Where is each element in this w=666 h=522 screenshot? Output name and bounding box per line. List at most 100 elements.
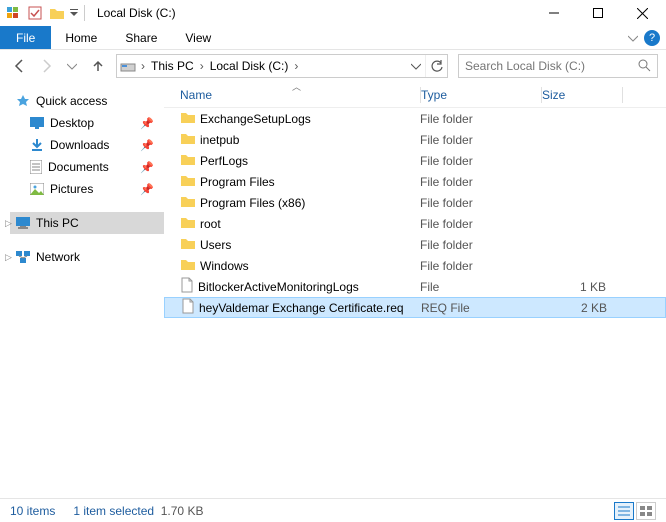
sort-indicator-icon: ︿: [292, 80, 301, 93]
folder-icon: [180, 257, 196, 274]
help-button[interactable]: ?: [644, 30, 660, 46]
column-separator[interactable]: [622, 87, 623, 103]
list-item[interactable]: ExchangeSetupLogsFile folder: [164, 108, 666, 129]
sidebar-item-label: Quick access: [36, 94, 107, 108]
ribbon-expand-icon[interactable]: [624, 26, 642, 49]
sidebar-quick-access[interactable]: Quick access: [10, 90, 164, 112]
column-headers: ︿ Name Type Size: [164, 82, 666, 108]
file-name: Program Files (x86): [200, 196, 305, 210]
tab-file[interactable]: File: [0, 26, 51, 49]
back-button[interactable]: [8, 54, 32, 78]
sidebar-item-label: Network: [36, 250, 80, 264]
view-large-button[interactable]: [636, 502, 656, 520]
column-size[interactable]: Size: [542, 88, 622, 102]
qat-checkbox-icon[interactable]: [24, 2, 46, 24]
ribbon: File Home Share View ?: [0, 26, 666, 50]
address-bar[interactable]: › This PC › Local Disk (C:) ›: [116, 54, 448, 78]
folder-icon: [180, 173, 196, 190]
file-list: ︿ Name Type Size ExchangeSetupLogsFile f…: [164, 82, 666, 498]
sidebar-item-label: Downloads: [50, 138, 109, 152]
folder-icon: [180, 236, 196, 253]
title-bar: Local Disk (C:): [0, 0, 666, 26]
refresh-button[interactable]: [425, 55, 447, 77]
pin-icon[interactable]: 📌: [140, 183, 154, 196]
file-size: 2 KB: [541, 301, 621, 315]
list-item[interactable]: UsersFile folder: [164, 234, 666, 255]
sidebar-item-label: Desktop: [50, 116, 94, 130]
qat-dropdown-icon[interactable]: [68, 2, 80, 24]
file-type: File folder: [420, 238, 540, 252]
sidebar-this-pc[interactable]: ▷ This PC: [10, 212, 164, 234]
chevron-right-icon[interactable]: ›: [198, 59, 206, 73]
sidebar-desktop[interactable]: Desktop 📌: [10, 112, 164, 134]
file-name: Program Files: [200, 175, 275, 189]
expand-icon[interactable]: ▷: [5, 218, 12, 229]
status-bar: 10 items 1 item selected 1.70 KB: [0, 498, 666, 522]
qat-folder-icon[interactable]: [46, 2, 68, 24]
breadcrumb-thispc[interactable]: This PC: [147, 59, 198, 73]
desktop-icon: [30, 117, 44, 129]
tab-home[interactable]: Home: [51, 26, 111, 49]
chevron-right-icon[interactable]: ›: [292, 59, 300, 73]
sidebar-downloads[interactable]: Downloads 📌: [10, 134, 164, 156]
list-item[interactable]: root File folder: [164, 213, 666, 234]
file-name: inetpub: [200, 133, 239, 147]
view-details-button[interactable]: [614, 502, 634, 520]
sidebar-item-label: Documents: [48, 160, 109, 174]
computer-icon: [16, 217, 30, 229]
recent-dropdown[interactable]: [60, 54, 84, 78]
network-icon: [16, 251, 30, 263]
sidebar-documents[interactable]: Documents 📌: [10, 156, 164, 178]
file-type: File folder: [420, 217, 540, 231]
star-icon: [16, 94, 30, 108]
address-dropdown[interactable]: [407, 61, 425, 71]
chevron-right-icon[interactable]: ›: [139, 59, 147, 73]
pin-icon[interactable]: 📌: [140, 161, 154, 174]
qat-properties-icon[interactable]: [2, 2, 24, 24]
folder-icon: [180, 215, 196, 232]
documents-icon: [30, 160, 42, 174]
sidebar-pictures[interactable]: Pictures 📌: [10, 178, 164, 200]
sidebar-network[interactable]: ▷ Network: [10, 246, 164, 268]
search-input[interactable]: [465, 59, 637, 73]
pictures-icon: [30, 183, 44, 195]
expand-icon[interactable]: ▷: [5, 252, 12, 263]
file-name: BitlockerActiveMonitoringLogs: [198, 280, 359, 294]
separator: [84, 5, 85, 21]
list-item[interactable]: PerfLogsFile folder: [164, 150, 666, 171]
list-item[interactable]: BitlockerActiveMonitoringLogsFile1 KB: [164, 276, 666, 297]
pin-icon[interactable]: 📌: [140, 139, 154, 152]
nav-toolbar: › This PC › Local Disk (C:) ›: [0, 50, 666, 82]
pin-icon[interactable]: 📌: [140, 117, 154, 130]
sidebar-item-label: Pictures: [50, 182, 93, 196]
body: Quick access Desktop 📌 Downloads 📌 Docum…: [0, 82, 666, 498]
tab-view[interactable]: View: [171, 26, 225, 49]
rows-container: ExchangeSetupLogsFile folderinetpubFile …: [164, 108, 666, 498]
minimize-button[interactable]: [532, 0, 576, 26]
window-title: Local Disk (C:): [97, 6, 176, 20]
folder-icon: [180, 131, 196, 148]
file-type: File folder: [420, 154, 540, 168]
search-icon[interactable]: [637, 58, 651, 75]
file-name: root: [200, 217, 221, 231]
column-type[interactable]: Type: [421, 88, 541, 102]
up-button[interactable]: [86, 54, 110, 78]
breadcrumb-drive[interactable]: Local Disk (C:): [206, 59, 293, 73]
tab-share[interactable]: Share: [111, 26, 171, 49]
file-size: 1 KB: [540, 280, 620, 294]
list-item[interactable]: Program Files File folder: [164, 171, 666, 192]
list-item[interactable]: inetpubFile folder: [164, 129, 666, 150]
search-box[interactable]: [458, 54, 658, 78]
close-button[interactable]: [620, 0, 664, 26]
maximize-button[interactable]: [576, 0, 620, 26]
file-type: File folder: [420, 175, 540, 189]
folder-icon: [180, 110, 196, 127]
folder-icon: [180, 152, 196, 169]
forward-button[interactable]: [34, 54, 58, 78]
list-item[interactable]: WindowsFile folder: [164, 255, 666, 276]
list-item[interactable]: heyValdemar Exchange Certificate.reqREQ …: [164, 297, 666, 318]
file-name: Windows: [200, 259, 249, 273]
folder-icon: [180, 194, 196, 211]
list-item[interactable]: Program Files (x86)File folder: [164, 192, 666, 213]
status-selection: 1 item selected 1.70 KB: [73, 504, 203, 518]
